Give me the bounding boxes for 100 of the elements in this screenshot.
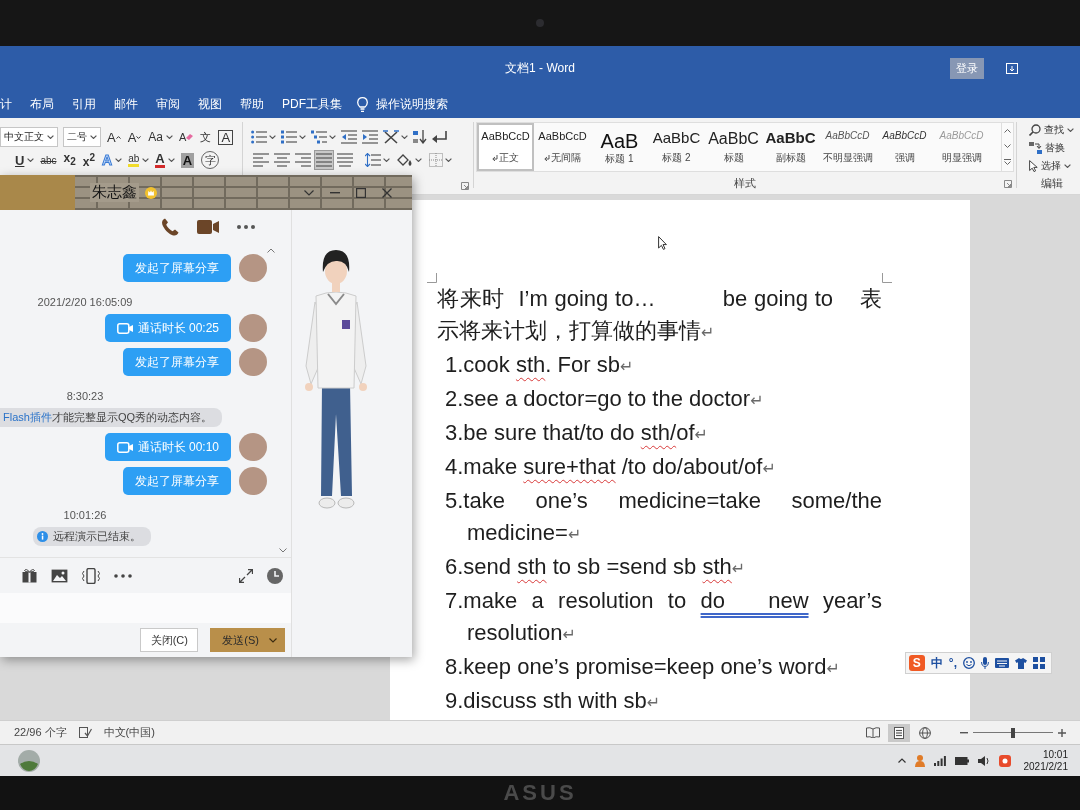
more-styles-icon[interactable] — [1004, 159, 1011, 166]
ribbon-tab[interactable]: 审阅 — [147, 90, 189, 118]
zoom-in-icon[interactable] — [1058, 728, 1066, 737]
multilevel-list-icon[interactable] — [311, 130, 327, 144]
ribbon-tab[interactable]: 引用 — [63, 90, 105, 118]
keyboard-icon[interactable] — [995, 658, 1009, 668]
shrink-font-button[interactable]: A — [126, 127, 143, 147]
caret-icon[interactable] — [401, 135, 408, 139]
ribbon-display-options-icon[interactable] — [1006, 62, 1018, 74]
tray-app-icon[interactable] — [998, 754, 1011, 767]
plugin-link[interactable]: Flash插件 — [3, 411, 52, 423]
send-button[interactable]: 发送(S) — [210, 628, 285, 652]
caret-icon[interactable] — [167, 158, 175, 162]
font-color-button[interactable]: A — [154, 150, 166, 170]
more-icon[interactable] — [114, 573, 132, 578]
style-tile[interactable]: AaBbC 标题 — [705, 123, 762, 171]
caret-icon[interactable] — [27, 158, 35, 162]
style-tile[interactable]: AaBbCcD 明显强调 — [933, 123, 990, 171]
expand-icon[interactable] — [239, 568, 253, 583]
align-right-button[interactable] — [293, 150, 313, 170]
subscript-button[interactable]: x$_{2}$ — [62, 150, 77, 170]
ribbon-tab[interactable]: 布局 — [21, 90, 63, 118]
caret-icon[interactable] — [415, 158, 422, 162]
style-tile[interactable]: AaBbCcD 无间隔 — [534, 123, 591, 171]
caret-icon[interactable] — [383, 158, 390, 162]
select-button[interactable]: 选择 — [1029, 158, 1061, 174]
speaker-icon[interactable] — [977, 755, 990, 766]
grid-icon[interactable] — [1033, 657, 1045, 669]
line-spacing-icon[interactable] — [365, 153, 381, 167]
numbered-list-icon[interactable] — [281, 130, 297, 144]
zoom-slider-thumb[interactable] — [1011, 727, 1015, 738]
sort-icon[interactable] — [413, 130, 427, 144]
chevron-up-icon[interactable] — [897, 758, 906, 763]
superscript-button[interactable]: x$^{2}$ — [81, 150, 96, 170]
style-tile[interactable]: AaBbC 标题 2 — [648, 123, 705, 171]
return-arrow-icon[interactable] — [432, 130, 447, 144]
microphone-icon[interactable] — [981, 657, 989, 669]
word-count[interactable]: 22/96 个字 — [14, 725, 67, 740]
ribbon-tab[interactable]: 计 — [0, 90, 21, 118]
clear-formatting-button[interactable]: A — [178, 127, 195, 147]
style-tile[interactable]: AaBbCcD 强调 — [876, 123, 933, 171]
ribbon-tab[interactable]: 视图 — [189, 90, 231, 118]
message-input-field[interactable] — [0, 593, 291, 623]
input-mode-toggle[interactable]: 中 — [930, 654, 943, 672]
paint-bucket-icon[interactable] — [397, 153, 413, 167]
increase-indent-icon[interactable] — [362, 130, 378, 144]
image-icon[interactable] — [51, 568, 68, 583]
phonetic-guide-button[interactable]: 文 — [199, 127, 213, 147]
minimize-icon[interactable] — [330, 191, 340, 194]
ribbon-tab[interactable]: PDF工具集 — [273, 90, 351, 118]
scroll-down-icon[interactable] — [1004, 144, 1011, 148]
zoom-out-icon[interactable] — [960, 731, 968, 734]
close-button[interactable]: 关闭(C) — [140, 628, 199, 652]
ribbon-tab[interactable]: 邮件 — [105, 90, 147, 118]
align-center-button[interactable] — [272, 150, 292, 170]
caret-icon[interactable] — [115, 158, 123, 162]
caret-icon[interactable] — [166, 135, 174, 139]
video-camera-icon[interactable] — [197, 219, 219, 235]
dialog-launcher-icon[interactable] — [1004, 179, 1012, 188]
shirt-icon[interactable] — [1015, 657, 1027, 669]
caret-icon[interactable] — [329, 135, 336, 139]
scroll-down-icon[interactable] — [279, 548, 287, 553]
tell-me-search-field[interactable]: 操作说明搜索 — [376, 97, 456, 111]
replace-button[interactable]: 替换 — [1029, 140, 1065, 156]
caret-icon[interactable] — [142, 158, 150, 162]
taskbar-app-icon[interactable] — [18, 749, 40, 772]
caret-icon[interactable] — [299, 135, 306, 139]
highlight-button[interactable]: ab — [127, 150, 141, 170]
punctuation-toggle[interactable]: °, — [948, 656, 957, 670]
change-case-button[interactable]: Aa — [147, 127, 165, 147]
gift-icon[interactable] — [22, 568, 37, 583]
scroll-up-icon[interactable] — [267, 248, 275, 253]
maximize-icon[interactable] — [356, 187, 366, 198]
phone-vibrate-icon[interactable] — [82, 567, 100, 584]
clock-icon[interactable] — [267, 567, 283, 584]
distributed-button[interactable] — [335, 150, 355, 170]
view-button[interactable] — [888, 723, 910, 742]
font-name-dropdown[interactable]: 中文正文 — [0, 127, 58, 147]
caret-icon[interactable] — [269, 135, 276, 139]
font-size-dropdown[interactable]: 二号 — [63, 127, 101, 147]
style-tile[interactable]: AaBbCcD 正文 — [477, 123, 534, 171]
more-icon[interactable] — [237, 225, 255, 229]
align-left-button[interactable] — [251, 150, 271, 170]
caret-icon[interactable] — [445, 158, 452, 162]
scroll-up-icon[interactable] — [1004, 128, 1011, 133]
tray-clock[interactable]: 10:01 2021/2/21 — [1023, 748, 1068, 773]
find-button[interactable]: 查找 — [1029, 122, 1064, 138]
decrease-indent-icon[interactable] — [341, 130, 357, 144]
language-indicator[interactable]: 中文(中国) — [103, 725, 155, 740]
crossed-arrows-icon[interactable] — [383, 130, 399, 144]
phone-icon[interactable] — [161, 218, 179, 236]
underline-button[interactable]: U — [14, 150, 26, 170]
character-shading-button[interactable]: A — [179, 150, 196, 170]
style-tile[interactable]: AaBbC 副标题 — [762, 123, 819, 171]
strikethrough-button[interactable]: abc — [39, 150, 58, 170]
style-tile[interactable]: AaB 标题 1 — [591, 123, 648, 171]
ribbon-tab[interactable]: 帮助 — [231, 90, 273, 118]
network-icon[interactable] — [933, 755, 946, 766]
proofing-icon[interactable] — [78, 727, 92, 738]
style-tile[interactable]: AaBbCcD 不明显强调 — [819, 123, 876, 171]
